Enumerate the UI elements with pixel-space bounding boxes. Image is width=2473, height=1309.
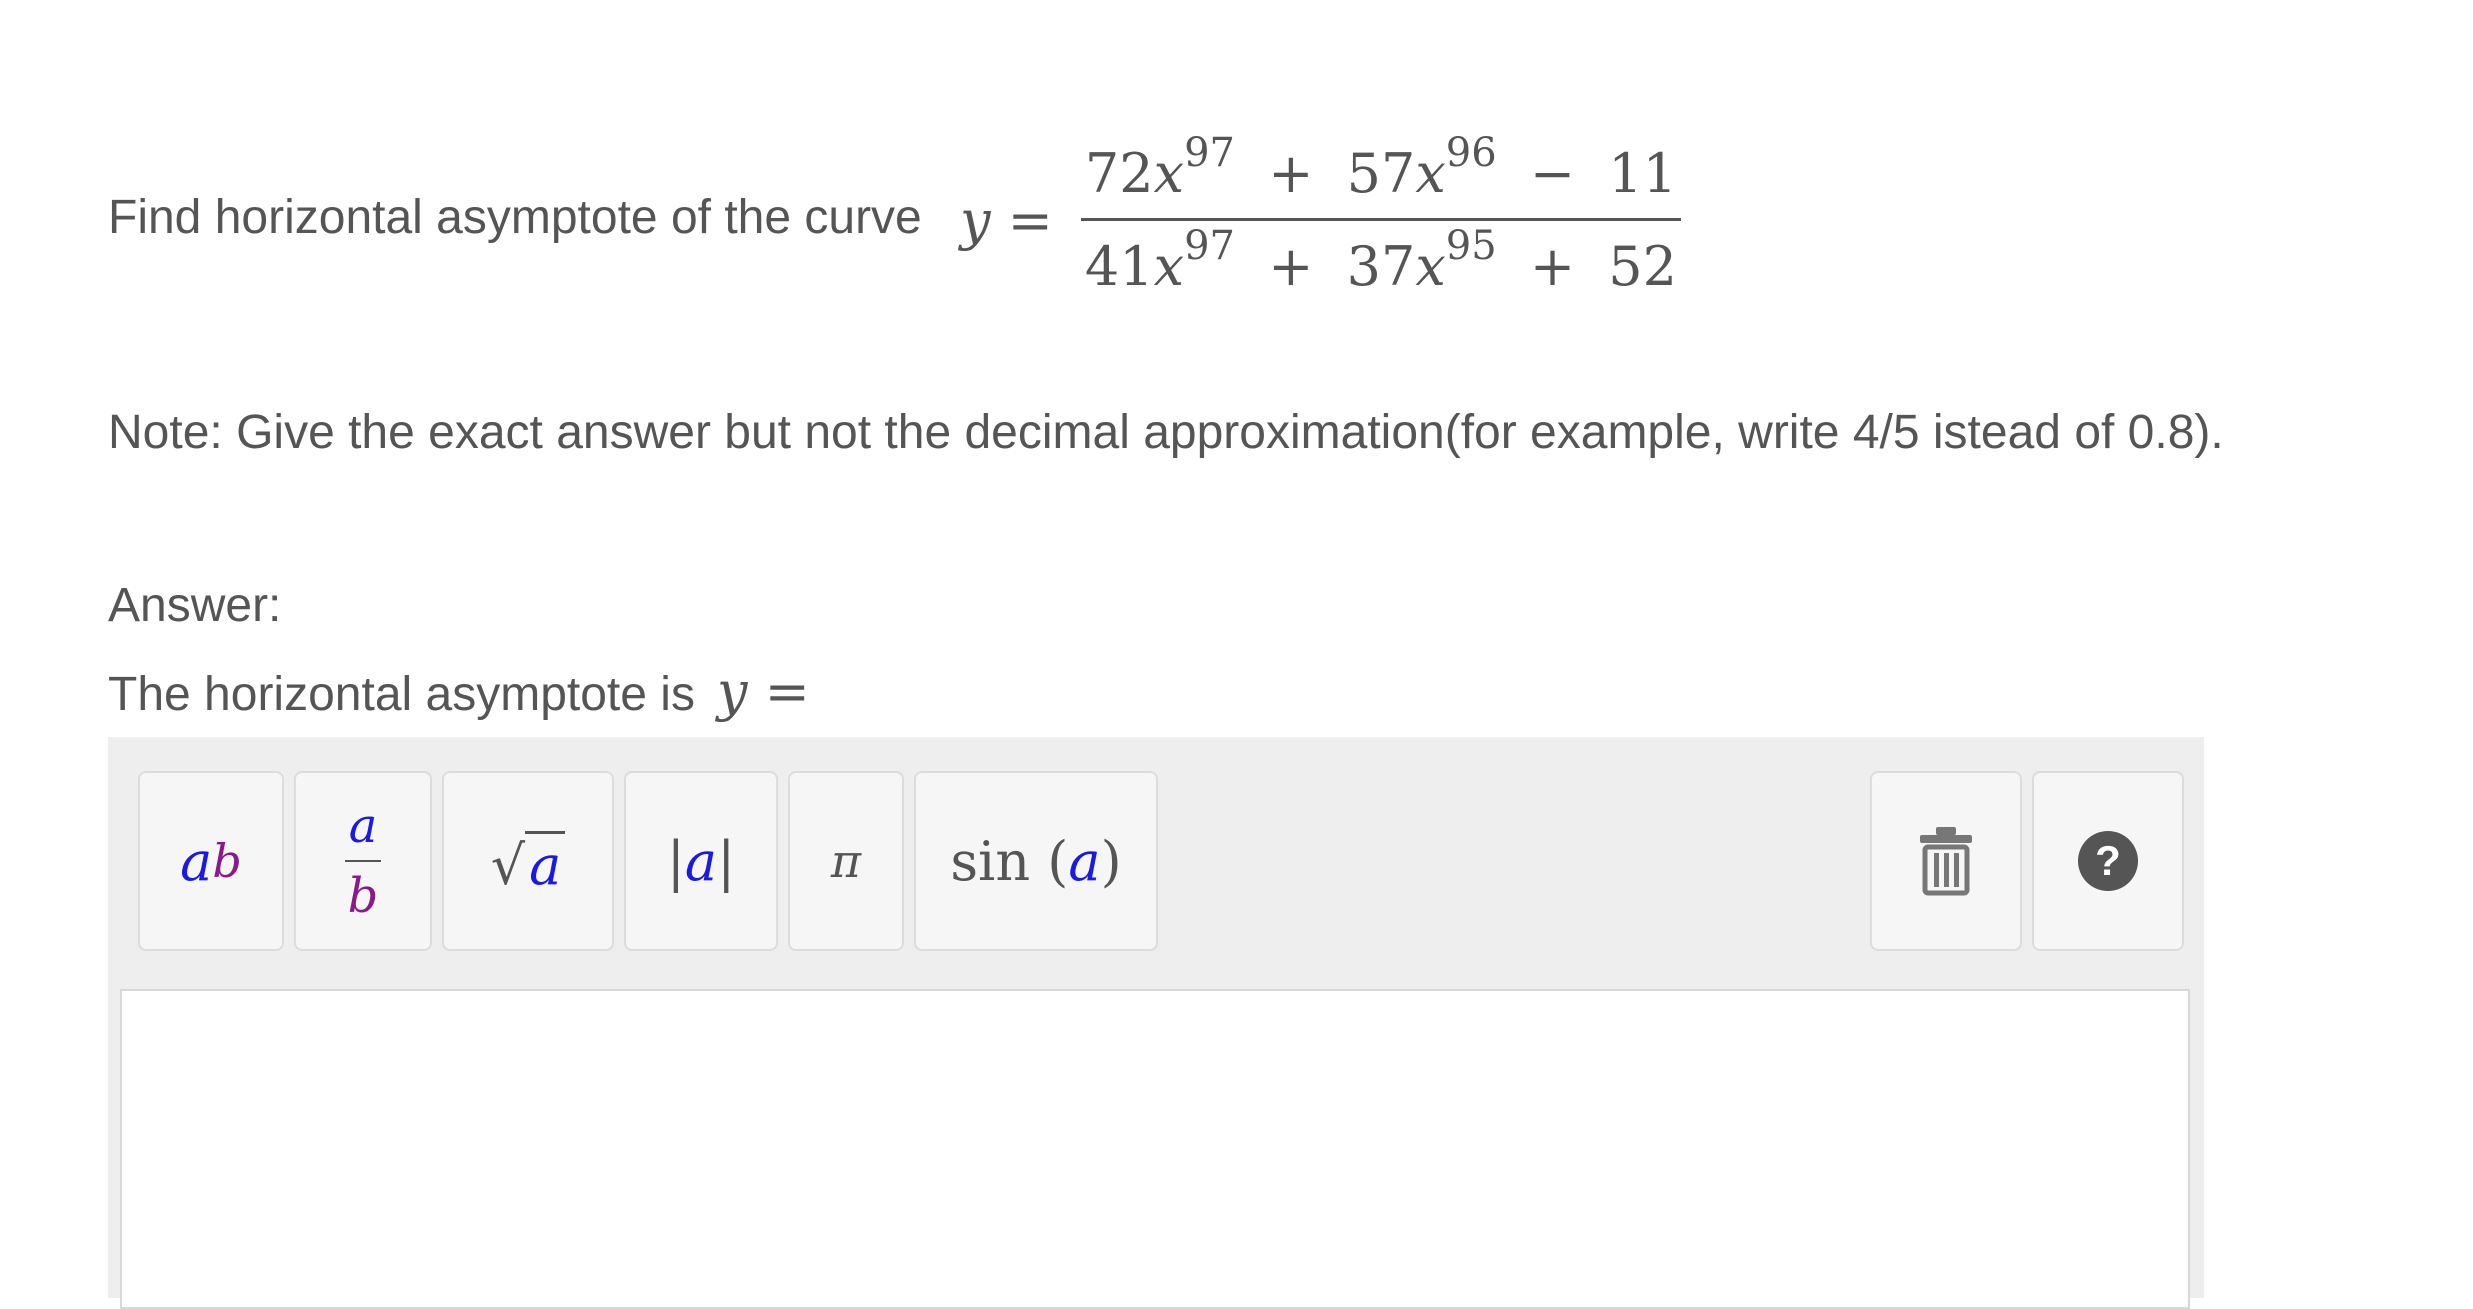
abs-left-bar: | (666, 829, 685, 893)
sin-open-paren: ( (1047, 829, 1069, 893)
formula-lhs: y = (960, 188, 1053, 252)
fraction-numerator: a (348, 798, 378, 854)
den-term3: 52 (1608, 234, 1678, 298)
abs-right-bar: | (717, 829, 736, 893)
den-term2-var: x (1415, 234, 1446, 298)
formula-numerator: 72x97 + 57x96 − 11 (1081, 133, 1681, 208)
sin-function: sin (950, 829, 1031, 893)
answer-sentence: The horizontal asymptote is y = (108, 660, 810, 723)
fraction-button[interactable]: a b (294, 771, 432, 951)
num-term1-exp: 97 (1184, 130, 1236, 176)
den-term1-exp: 97 (1184, 222, 1236, 269)
sin-close-paren: ) (1100, 829, 1122, 893)
answer-input-field[interactable] (120, 989, 2190, 1309)
trash-icon (1920, 827, 1972, 896)
sin-button[interactable]: sin (a) (914, 771, 1158, 951)
abs-argument: a (684, 829, 718, 893)
num-term1-var: x (1153, 142, 1185, 205)
help-icon: ? (2078, 831, 2138, 891)
num-term2-exp: 96 (1445, 130, 1497, 176)
num-op2: − (1529, 142, 1576, 205)
den-term2-coef: 37 (1346, 234, 1416, 298)
num-term1-coef: 72 (1084, 142, 1154, 205)
formula-fraction: 72x97 + 57x96 − 11 41x97 + 37x95 + 52 (1080, 133, 1682, 301)
formula-denominator: 41x97 + 37x95 + 52 (1081, 226, 1681, 301)
power-base: a (180, 829, 213, 893)
sqrt-button[interactable]: √ a (442, 771, 614, 951)
answer-label: Answer: (108, 579, 282, 632)
den-term1-coef: 41 (1084, 234, 1154, 298)
den-op1: + (1268, 234, 1314, 298)
power-button[interactable]: ab (138, 771, 284, 951)
question-text: Find horizontal asymptote of the curve (108, 191, 922, 244)
num-term2-coef: 57 (1346, 142, 1416, 205)
help-symbol: ? (2095, 837, 2121, 884)
question-formula: y = 72x97 + 57x96 − 11 41x97 + 37x95 + 5… (960, 130, 1682, 310)
sin-argument: a (1068, 829, 1101, 893)
fraction-icon-bar (345, 860, 381, 862)
pi-button[interactable]: π (788, 771, 904, 951)
num-term3: 11 (1608, 142, 1678, 205)
math-input-widget: ab a b √ a | a | π sin (a) ? (108, 737, 2204, 1309)
clear-button[interactable] (1870, 771, 2022, 951)
num-term2-var: x (1415, 142, 1446, 205)
fraction-denominator: b (347, 868, 379, 924)
num-op1: + (1268, 142, 1314, 205)
question-prompt: Find horizontal asymptote of the curve (108, 190, 922, 245)
fraction-icon: a b (345, 802, 381, 920)
answer-lhs: y = (716, 660, 810, 723)
sqrt-argument: a (525, 831, 566, 897)
note-text: Note: Give the exact answer but not the … (108, 406, 2224, 459)
help-button[interactable]: ? (2032, 771, 2184, 951)
den-op2: + (1529, 234, 1576, 298)
abs-button[interactable]: | a | (624, 771, 778, 951)
den-term1-var: x (1153, 234, 1185, 298)
sqrt-icon: √ a (491, 825, 566, 897)
pi-symbol: π (830, 834, 862, 888)
sqrt-symbol: √ (490, 834, 526, 897)
den-term2-exp: 95 (1445, 222, 1497, 269)
answer-sentence-text: The horizontal asymptote is (108, 668, 695, 721)
fraction-bar (1080, 217, 1682, 221)
